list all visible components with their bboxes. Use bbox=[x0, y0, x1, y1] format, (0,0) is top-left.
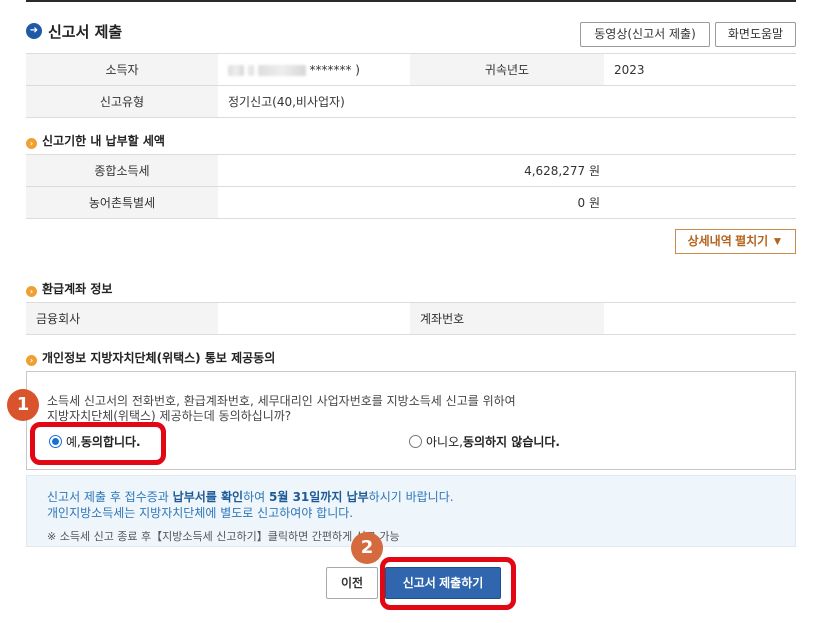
notice-text: 하여 bbox=[243, 490, 269, 504]
notice-line-note: ※ 소득세 신고 종료 후【지방소득세 신고하기】클릭하면 간편하게 신고 가능 bbox=[47, 530, 400, 543]
tax-section-title-text: 신고기한 내 납부할 세액 bbox=[42, 134, 165, 148]
highlight-submit bbox=[380, 557, 516, 610]
masked-name bbox=[228, 64, 244, 76]
refund-section-title: › 환급계좌 정보 bbox=[26, 280, 112, 297]
consent-question: 소득세 신고서의 전화번호, 환급계좌번호, 세무대리인 사업자번호를 지방소득… bbox=[47, 394, 667, 424]
rural-tax-label: 농어촌특별세 bbox=[26, 186, 218, 219]
account-number-value[interactable] bbox=[604, 302, 796, 335]
masked-name bbox=[247, 64, 254, 76]
refund-section-title-text: 환급계좌 정보 bbox=[42, 282, 113, 296]
filing-type-value: 정기신고(40,비사업자) bbox=[218, 85, 796, 118]
consent-no-label: 동의하지 않습니다. bbox=[462, 435, 560, 449]
consent-no-radio[interactable]: 아니오, 동의하지 않습니다. bbox=[409, 433, 560, 450]
notice-line-local-tax: 개인지방소득세는 지방자치단체에 별도로 신고하여야 합니다. bbox=[47, 506, 354, 520]
notice-text: 신고서 제출 후 접수증과 bbox=[47, 490, 173, 504]
screen-help-button[interactable]: 화면도움말 bbox=[715, 22, 796, 47]
refund-account-table: 금융회사 계좌번호 bbox=[26, 302, 796, 335]
tax-year-value: 2023 bbox=[604, 53, 796, 86]
notice-text: 하시기 바랍니다. bbox=[368, 490, 454, 504]
taxpayer-info-table: 소득자 ******* ) 귀속년도 2023 신고유형 정기신고(40,비사업… bbox=[26, 53, 796, 118]
notice-emphasis: 납부서를 확인 bbox=[172, 490, 244, 504]
income-tax-label: 종합소득세 bbox=[26, 154, 218, 187]
highlight-consent-yes bbox=[30, 422, 166, 465]
page-title: 신고서 제출 bbox=[48, 23, 123, 41]
masked-id bbox=[257, 64, 306, 76]
bank-value[interactable] bbox=[218, 302, 410, 335]
tax-section-title: › 신고기한 내 납부할 세액 bbox=[26, 132, 165, 149]
consent-section-title-text: 개인정보 지방자치단체(위택스) 통보 제공동의 bbox=[42, 351, 276, 365]
table-row: 농어촌특별세 0 원 bbox=[26, 186, 796, 219]
table-row: 신고유형 정기신고(40,비사업자) bbox=[26, 85, 796, 118]
notice-line-payment: 신고서 제출 후 접수증과 납부서를 확인하여 5월 31일까지 납부하시기 바… bbox=[47, 488, 454, 505]
consent-text-line: 소득세 신고서의 전화번호, 환급계좌번호, 세무대리인 사업자번호를 지방소득… bbox=[47, 394, 516, 408]
arrow-right-icon: ➜ bbox=[26, 23, 42, 39]
bank-label: 금융회사 bbox=[26, 302, 218, 335]
step-badge-2: 2 bbox=[351, 532, 383, 564]
rural-tax-value: 0 원 bbox=[218, 186, 796, 219]
income-earner-value: ******* ) bbox=[218, 53, 410, 86]
notice-emphasis: 5월 31일까지 납부 bbox=[269, 490, 369, 504]
consent-section-title: › 개인정보 지방자치단체(위택스) 통보 제공동의 bbox=[26, 349, 275, 366]
chevron-right-icon: › bbox=[26, 286, 37, 297]
chevron-right-icon: › bbox=[26, 138, 37, 149]
page-header: ➜ 신고서 제출 동영상(신고서 제출) 화면도움말 bbox=[26, 20, 796, 48]
video-guide-button[interactable]: 동영상(신고서 제출) bbox=[580, 22, 710, 47]
top-border bbox=[26, 0, 796, 2]
account-number-label: 계좌번호 bbox=[410, 302, 604, 335]
table-row: 금융회사 계좌번호 bbox=[26, 302, 796, 335]
expand-details-button[interactable]: 상세내역 펼치기 ▼ bbox=[675, 229, 796, 254]
tax-amount-table: 종합소득세 4,628,277 원 농어촌특별세 0 원 bbox=[26, 154, 796, 219]
radio-unselected-icon[interactable] bbox=[409, 435, 422, 448]
consent-no-prefix: 아니오, bbox=[426, 435, 463, 449]
income-earner-label: 소득자 bbox=[26, 53, 218, 86]
notice-box: 신고서 제출 후 접수증과 납부서를 확인하여 5월 31일까지 납부하시기 바… bbox=[26, 475, 796, 547]
step-badge-1: 1 bbox=[7, 389, 39, 421]
masked-id-suffix: ******* ) bbox=[309, 62, 360, 77]
previous-button[interactable]: 이전 bbox=[326, 567, 378, 599]
table-row: 소득자 ******* ) 귀속년도 2023 bbox=[26, 53, 796, 86]
filing-type-label: 신고유형 bbox=[26, 85, 218, 118]
tax-year-label: 귀속년도 bbox=[410, 53, 604, 86]
income-tax-value: 4,628,277 원 bbox=[218, 154, 796, 187]
chevron-right-icon: › bbox=[26, 355, 37, 366]
table-row: 종합소득세 4,628,277 원 bbox=[26, 154, 796, 187]
